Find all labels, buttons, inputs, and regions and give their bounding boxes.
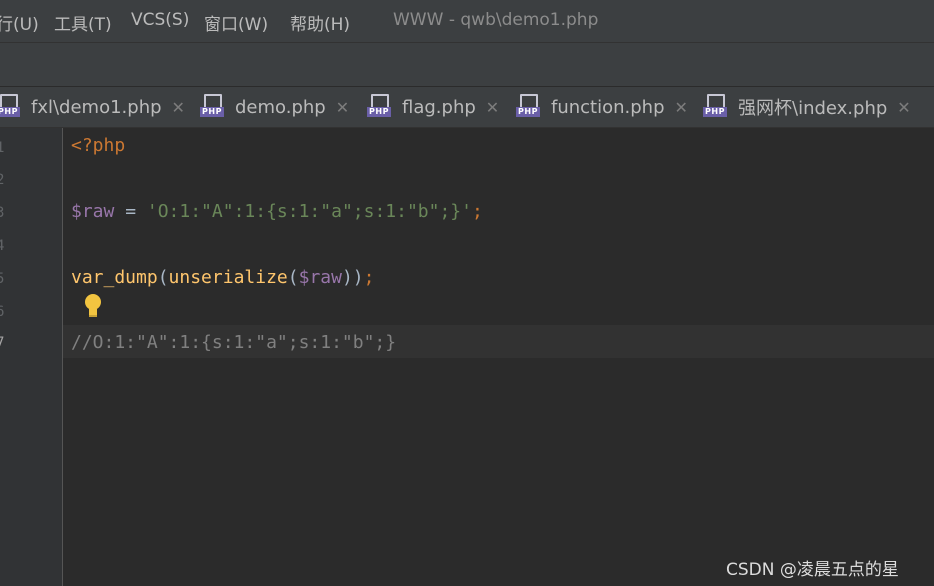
php-file-icon: PHP bbox=[200, 94, 226, 120]
line-number-current: 7 bbox=[0, 335, 5, 351]
php-file-icon: PHP bbox=[516, 94, 542, 120]
line-number: 2 bbox=[0, 172, 5, 188]
line-number: 1 bbox=[0, 140, 5, 156]
tab-demo[interactable]: PHP demo.php ✕ bbox=[200, 87, 349, 127]
tab-label: fxl\demo1.php bbox=[31, 96, 162, 118]
function-unserialize: unserialize bbox=[168, 267, 288, 288]
line-number-gutter: 1 2 3 4 5 6 7 bbox=[0, 128, 63, 586]
menu-vcs[interactable]: VCS(S) bbox=[131, 10, 189, 30]
line-number: 5 bbox=[0, 271, 5, 287]
tab-label: demo.php bbox=[235, 96, 326, 118]
code-line-5: var_dump(unserialize($raw)); bbox=[71, 267, 375, 288]
tab-label: function.php bbox=[551, 96, 665, 118]
tab-function[interactable]: PHP function.php ✕ bbox=[516, 87, 688, 127]
variable-raw: $raw bbox=[71, 201, 115, 222]
string-literal: 'O:1:"A":1:{s:1:"a";s:1:"b";}' bbox=[146, 201, 472, 222]
close-icon[interactable]: ✕ bbox=[897, 98, 910, 117]
php-file-icon: PHP bbox=[367, 94, 393, 120]
menu-run[interactable]: 行(U) bbox=[0, 10, 39, 35]
code-editor[interactable]: <?php $raw = 'O:1:"A":1:{s:1:"a";s:1:"b"… bbox=[63, 128, 934, 586]
tab-label: 强网杯\index.php bbox=[738, 98, 888, 119]
line-number: 3 bbox=[0, 205, 5, 221]
code-line-7: //O:1:"A":1:{s:1:"a";s:1:"b";} bbox=[71, 332, 396, 353]
php-file-icon: PHP bbox=[703, 94, 729, 120]
close-icon[interactable]: ✕ bbox=[336, 98, 349, 117]
menu-bar: 行(U) 工具(T) VCS(S) 窗口(W) 帮助(H) WWW - qwb\… bbox=[0, 0, 934, 43]
menu-window[interactable]: 窗口(W) bbox=[204, 10, 268, 35]
watermark: CSDN @凌晨五点的星 bbox=[726, 560, 899, 580]
toolbar bbox=[0, 43, 934, 87]
variable-raw: $raw bbox=[298, 267, 342, 288]
close-icon[interactable]: ✕ bbox=[675, 98, 688, 117]
code-line-3: $raw = 'O:1:"A":1:{s:1:"a";s:1:"b";}'; bbox=[71, 201, 483, 222]
close-icon[interactable]: ✕ bbox=[486, 98, 499, 117]
lightbulb-icon[interactable] bbox=[84, 294, 102, 318]
php-open-tag: <?php bbox=[71, 135, 126, 156]
comment: //O:1:"A":1:{s:1:"a";s:1:"b";} bbox=[71, 332, 397, 353]
menu-tools[interactable]: 工具(T) bbox=[54, 10, 112, 35]
php-file-icon: PHP bbox=[0, 94, 22, 120]
close-icon[interactable]: ✕ bbox=[172, 98, 185, 117]
menu-help[interactable]: 帮助(H) bbox=[290, 10, 350, 35]
tab-flag[interactable]: PHP flag.php ✕ bbox=[367, 87, 499, 127]
window-title: WWW - qwb\demo1.php bbox=[393, 10, 599, 30]
code-line-1: <?php bbox=[71, 135, 125, 156]
tab-label: flag.php bbox=[402, 96, 476, 118]
tab-qwb-index[interactable]: PHP 强网杯\index.php ✕ bbox=[703, 87, 911, 127]
tab-fxl-demo1[interactable]: PHP fxl\demo1.php ✕ bbox=[0, 87, 185, 127]
function-var-dump: var_dump bbox=[71, 267, 158, 288]
editor-tab-bar: PHP fxl\demo1.php ✕ PHP demo.php ✕ PHP f… bbox=[0, 87, 934, 128]
line-number: 4 bbox=[0, 238, 5, 254]
line-number: 6 bbox=[0, 304, 5, 320]
